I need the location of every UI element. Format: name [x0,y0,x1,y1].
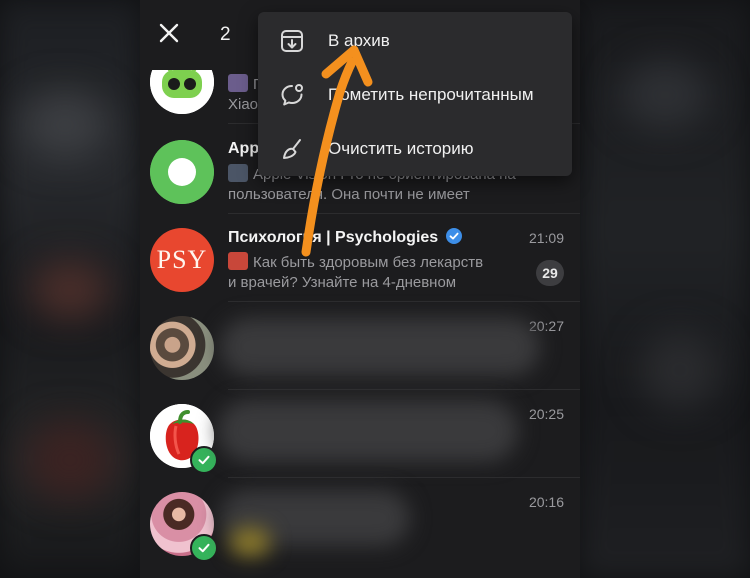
backdrop-blob [20,90,110,160]
checkmark-icon [198,543,210,553]
chat-title-text: Психология | Psychologies [228,229,439,246]
chat-preview-line2: и врачей? Узнайте на 4-дневном [228,274,457,291]
verified-icon [445,228,462,244]
menu-item-label: Очистить историю [328,139,474,158]
archive-icon [281,30,303,52]
blurred-content [218,400,518,462]
chat-time: 21:09 [528,230,564,246]
chat-time: 20:16 [528,494,564,510]
menu-item-archive[interactable]: В архив [258,14,572,68]
preview-thumbnail [228,164,248,182]
menu-item-mark-unread[interactable]: Пометить непрочитанным [258,68,572,122]
backdrop-blob [640,330,720,410]
chat-preview: Как быть здоровым без лекарств и врачей?… [228,252,528,293]
context-menu: В архив Пометить непрочитанным Очистить … [258,12,572,176]
chat-title: App [228,140,260,157]
clear-history-icon [283,139,301,159]
green-ring-avatar [150,140,214,204]
selected-check-badge [190,446,218,474]
chat-preview-line2: Xiao [228,96,259,113]
chat-row[interactable]: PSY Психология | Psychologies 21:09 Как … [140,214,580,302]
selected-check-badge [190,534,218,562]
menu-item-label: Пометить непрочитанным [328,85,534,104]
green-ring-logo-icon [150,140,214,204]
screenshot-stage: П Xiao App Apple Vision Pro не ориентиро… [0,0,750,578]
blurred-content [220,318,540,376]
selected-count: 2 [220,24,231,45]
menu-item-label: В архив [328,31,390,50]
psy-avatar: PSY [150,228,214,292]
chat-row[interactable]: 20:27 [140,302,580,390]
backdrop-blob [25,420,115,500]
group-photo-avatar [150,316,214,380]
chat-preview-line1: Как быть здоровым без лекарств [253,254,484,271]
unread-count-badge: 29 [536,260,564,286]
chat-row-selected[interactable]: 20:16 [140,478,580,566]
psy-avatar-text: PSY [156,245,208,274]
chat-preview-line2: пользователя. Она почти не имеет [228,186,470,203]
preview-thumbnail [228,74,248,92]
mark-unread-icon [281,84,303,106]
preview-thumbnail [228,252,248,270]
checkmark-icon [198,455,210,465]
close-selection-button[interactable] [158,22,180,44]
chat-title: Психология | Psychologies [228,228,462,247]
backdrop-blob [30,260,110,320]
menu-item-clear-history[interactable]: Очистить историю [258,122,572,176]
chat-time: 20:25 [528,406,564,422]
blurred-content [230,528,270,556]
chat-row-selected[interactable]: 20:25 [140,390,580,478]
close-icon [159,23,179,43]
backdrop-blob [620,60,710,130]
